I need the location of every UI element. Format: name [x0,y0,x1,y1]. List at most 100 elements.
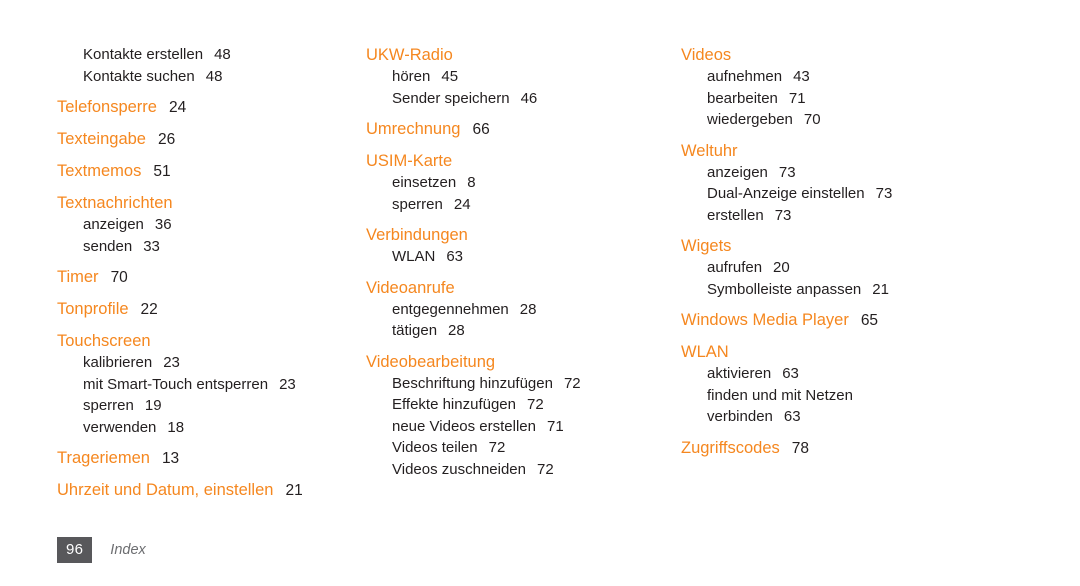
index-subentry-label: einsetzen [392,174,457,191]
index-page-number: 48 [205,67,223,85]
index-heading[interactable]: Videoanrufe [366,277,670,299]
index-subentry-label: tätigen [392,322,438,339]
index-subentry-label: bearbeiten [707,89,778,107]
index-subentry[interactable]: wiedergeben 70 [681,109,1080,131]
index-heading[interactable]: Verbindungen [366,224,670,246]
index-subentry[interactable]: aufrufen 20 [681,257,1080,279]
index-subentry-label: wiedergeben [707,111,793,128]
index-subentry-label: WLAN [392,248,436,265]
index-page-number: 70 [803,111,821,128]
index-subentry[interactable]: neue Videos erstellen 71 [366,416,670,438]
index-subentry[interactable]: hören 45 [366,66,670,88]
index-subentry[interactable]: einsetzen 8 [366,172,670,194]
index-page: Kontakte erstellen 48 Kontakte suchen 48 Tel… [0,0,1080,586]
index-heading[interactable]: Wigets [681,235,1080,257]
index-heading-label: Textnachrichten [57,194,173,212]
index-subentry[interactable]: entgegennehmen 28 [366,299,670,321]
index-subentry[interactable]: Videos zuschneiden 72 [366,459,670,481]
index-heading[interactable]: Weltuhr [681,140,1080,162]
index-subentry[interactable]: tätigen 28 [366,320,670,342]
index-subentry-label: senden [83,237,133,255]
index-page-number: 26 [158,131,176,148]
index-subentry[interactable]: Sender speichern 46 [366,88,670,110]
index-heading[interactable]: Videos [681,44,1080,66]
index-subentry[interactable]: Kontakte suchen 48 [57,66,333,88]
index-heading[interactable]: UKW-Radio [366,44,670,66]
index-page-number: 28 [519,300,537,318]
index-page-number: 21 [872,280,889,298]
index-page-number: 72 [526,396,544,413]
index-page-number: 28 [448,322,465,339]
index-page-number: 63 [783,408,801,425]
index-subentry[interactable]: anzeigen 36 [57,214,333,236]
index-page-number: 8 [467,174,476,191]
index-subentry[interactable]: senden 33 [57,236,333,258]
index-subentry[interactable]: Videos teilen 72 [366,437,670,459]
index-subentry[interactable]: anzeigen 73 [681,162,1080,184]
index-subentry[interactable]: mit Smart-Touch entsperren 23 [57,374,333,396]
index-subentry[interactable]: Symbolleiste anpassen 21 [681,279,1080,301]
index-subentry-label: aktivieren [707,365,772,382]
index-heading[interactable]: Timer 70 [57,266,333,289]
index-subentry-label: verbinden [707,408,773,425]
index-heading-label: Zugriffscodes [681,438,780,457]
index-subentry[interactable]: Beschriftung hinzufügen 72 [366,373,670,395]
index-heading-label: Verbindungen [366,226,468,244]
footer-section-label: Index [110,542,146,558]
index-heading[interactable]: Uhrzeit und Datum, einstellen 21 [57,479,333,502]
index-subentry[interactable]: Kontakte erstellen 48 [57,44,333,66]
index-heading-label: Touchscreen [57,332,151,350]
index-heading[interactable]: Trageriemen 13 [57,447,333,470]
index-page-number: 20 [773,259,790,276]
index-heading-label: Uhrzeit und Datum, einstellen [57,481,274,499]
index-subentry-label: aufrufen [707,259,763,276]
index-subentry[interactable]: aktivieren 63 [681,363,1080,385]
index-page-number: 51 [153,163,171,180]
index-heading[interactable]: Umrechnung 66 [366,118,670,141]
index-heading-label: Tonprofile [57,300,129,318]
index-heading[interactable]: Texteingabe 26 [57,128,333,151]
index-heading[interactable]: Textnachrichten [57,192,333,214]
index-page-number: 33 [143,237,160,255]
index-heading[interactable]: Videobearbeitung [366,351,670,373]
index-subentry-label: mit Smart-Touch entsperren [83,375,269,393]
index-heading-label: Textmemos [57,162,142,180]
index-subentry[interactable]: erstellen 73 [681,205,1080,227]
index-page-number: 43 [793,68,810,85]
index-page-number: 18 [167,418,185,436]
index-subentry[interactable]: sperren 24 [366,194,670,216]
index-heading[interactable]: Textmemos 51 [57,160,333,183]
index-subentry-label: kalibrieren [83,354,153,371]
index-heading[interactable]: Telefonsperre 24 [57,96,333,119]
index-heading-label: Windows Media Player [681,311,849,329]
index-subentry[interactable]: verwenden 18 [57,417,333,439]
index-subentry[interactable]: Effekte hinzufügen 72 [366,394,670,416]
index-heading-label: USIM-Karte [366,152,453,170]
index-page-number: 72 [563,374,581,392]
index-subentry[interactable]: WLAN 63 [366,246,670,268]
index-subentry[interactable]: bearbeiten 71 [681,88,1080,110]
index-subentry-label: sperren [392,195,443,213]
index-subentry-label: Symbolleiste anpassen [707,280,862,298]
index-subentry[interactable]: sperren 19 [57,395,333,417]
index-page-number: 72 [488,439,506,456]
index-page-number: 46 [520,89,538,107]
index-subentry[interactable]: finden und mit Netzen [681,385,1080,407]
index-column-1: Kontakte erstellen 48 Kontakte suchen 48 Tel… [0,44,333,502]
index-heading[interactable]: USIM-Karte [366,150,670,172]
index-subentry-label: anzeigen [707,163,768,181]
index-subentry[interactable]: Dual-Anzeige einstellen 73 [681,183,1080,205]
index-heading[interactable]: Windows Media Player 65 [681,309,1080,332]
index-subentry[interactable]: verbinden 63 [681,406,1080,428]
index-heading[interactable]: Zugriffscodes 78 [681,437,1080,460]
index-heading[interactable]: Tonprofile 22 [57,298,333,321]
index-page-number: 72 [537,460,554,478]
index-heading-label: Telefonsperre [57,98,157,116]
index-page-number: 36 [154,216,172,233]
index-column-3: Videos aufnehmen 43 bearbeiten 71 wiedergeben… [670,44,1080,460]
index-subentry-label: Dual-Anzeige einstellen [707,185,865,202]
index-heading[interactable]: WLAN [681,341,1080,363]
index-subentry[interactable]: kalibrieren 23 [57,352,333,374]
index-heading[interactable]: Touchscreen [57,330,333,352]
index-subentry[interactable]: aufnehmen 43 [681,66,1080,88]
